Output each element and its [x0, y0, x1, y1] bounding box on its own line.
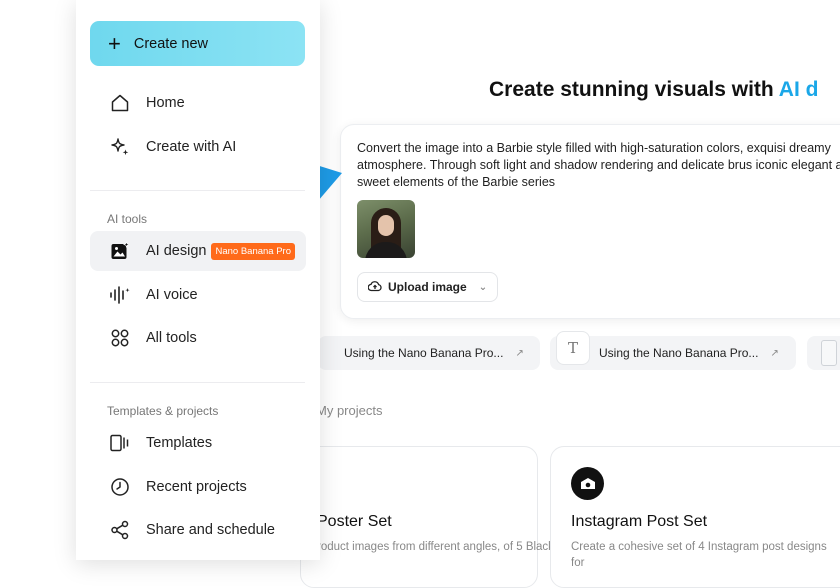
my-projects-heading: My projects — [316, 403, 383, 418]
sidebar-divider — [90, 190, 305, 191]
sidebar: + Create new Home Create with AI AI tool… — [76, 0, 320, 560]
sidebar-item-label: Templates — [146, 435, 213, 451]
waveform-icon — [108, 283, 132, 307]
upload-cloud-icon — [367, 280, 382, 295]
share-icon — [108, 518, 132, 542]
sidebar-item-label: All tools — [146, 330, 197, 346]
sidebar-item-label: Recent projects — [146, 479, 247, 495]
sidebar-item-label: Create with AI — [146, 139, 237, 155]
suggestion-chip[interactable]: T Using the Nano Banana Pro... ↗ — [550, 331, 796, 370]
sidebar-item-share-and-schedule[interactable]: Share and schedule — [90, 510, 306, 550]
suggestion-chip[interactable]: Using the Nano Banana Pro... ↗ — [318, 336, 540, 370]
project-card[interactable]: Instagram Post Set Create a cohesive set… — [550, 446, 840, 588]
sidebar-item-create-with-ai[interactable]: Create with AI — [90, 127, 306, 167]
arrow-up-right-icon: ↗ — [770, 347, 779, 359]
chevron-down-icon: ⌄ — [478, 281, 488, 293]
section-label-ai-tools: AI tools — [107, 212, 148, 226]
project-description: Create a cohesive set of 4 Instagram pos… — [571, 541, 827, 569]
sparkle-icon — [108, 135, 132, 159]
ai-design-icon — [108, 239, 132, 263]
product-thumbnail-icon — [821, 340, 837, 366]
project-description: roduct images from different angles, of … — [317, 541, 577, 553]
sidebar-item-label: AI voice — [146, 287, 198, 303]
sidebar-item-all-tools[interactable]: All tools — [90, 318, 306, 358]
sidebar-item-home[interactable]: Home — [90, 83, 306, 123]
create-new-label: Create new — [133, 35, 209, 52]
templates-icon — [108, 431, 132, 455]
sidebar-item-label: AI design — [146, 243, 207, 259]
section-label-templates: Templates & projects — [107, 404, 219, 418]
sidebar-item-ai-voice[interactable]: AI voice — [90, 275, 306, 315]
reference-image-thumbnail[interactable] — [357, 200, 415, 258]
hero-title-accent: AI d — [778, 78, 819, 101]
create-new-button[interactable]: + Create new — [90, 21, 305, 66]
hero-title: Create stunning visuals with AI d — [489, 78, 818, 102]
sidebar-item-label: Share and schedule — [146, 522, 275, 538]
sidebar-item-label: Home — [146, 95, 185, 111]
project-title: Poster Set — [317, 513, 392, 530]
upload-image-label: Upload image — [388, 280, 467, 294]
suggestion-label: Using the Nano Banana Pro... — [344, 346, 504, 360]
arrow-up-right-icon: ↗ — [515, 347, 524, 359]
prompt-card[interactable]: Convert the image into a Barbie style fi… — [340, 124, 840, 319]
upload-image-button[interactable]: Upload image ⌄ — [357, 272, 499, 302]
sidebar-divider — [90, 382, 305, 383]
sidebar-item-ai-design[interactable]: AI design Nano Banana Pro — [90, 231, 306, 271]
suggestion-chip[interactable] — [807, 336, 840, 370]
clock-icon — [108, 475, 132, 499]
text-icon: T — [556, 331, 590, 365]
project-card[interactable]: Poster Set roduct images from different … — [300, 446, 577, 588]
prompt-text[interactable]: Convert the image into a Barbie style fi… — [357, 140, 840, 191]
plus-icon: + — [108, 30, 121, 56]
home-icon — [108, 91, 132, 115]
nano-banana-pro-badge: Nano Banana Pro — [211, 242, 295, 260]
suggestion-label: Using the Nano Banana Pro... — [599, 346, 759, 360]
hero-title-text: Create stunning visuals with — [489, 78, 779, 101]
sidebar-item-recent-projects[interactable]: Recent projects — [90, 467, 306, 507]
instagram-post-icon — [571, 467, 604, 500]
grid-icon — [108, 326, 132, 350]
sidebar-item-templates[interactable]: Templates — [90, 423, 306, 463]
project-title: Instagram Post Set — [571, 513, 708, 530]
